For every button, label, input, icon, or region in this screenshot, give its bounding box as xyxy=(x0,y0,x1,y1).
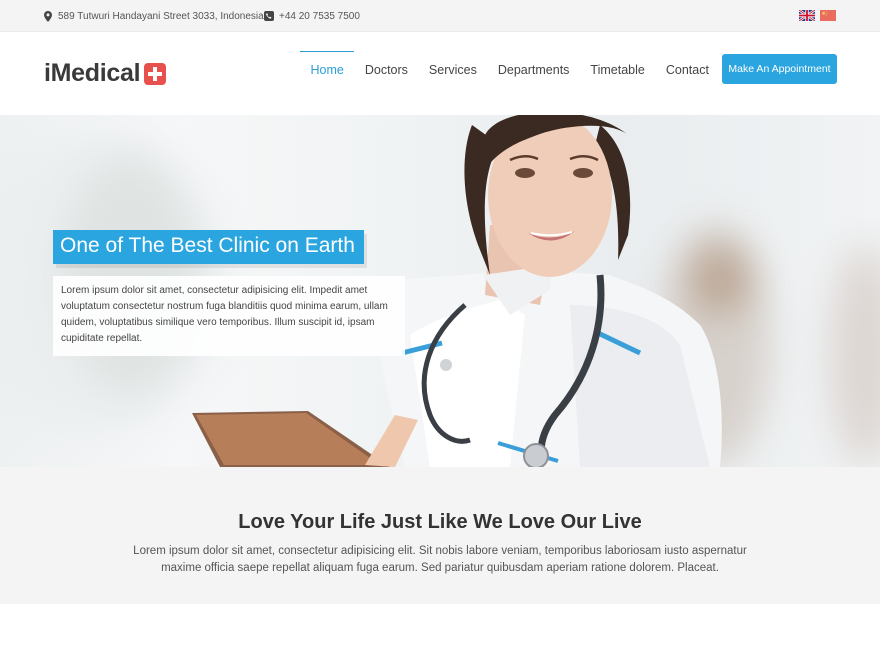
china-flag-icon[interactable] xyxy=(820,10,836,21)
top-info-bar: 589 Tutwuri Handayani Street 3033, Indon… xyxy=(0,0,880,32)
language-switcher xyxy=(799,10,836,21)
uk-flag-icon[interactable] xyxy=(799,10,815,21)
site-logo[interactable]: iMedical xyxy=(44,59,167,88)
intro-section: Love Your Life Just Like We Love Our Liv… xyxy=(0,467,880,604)
site-header: iMedical Home Doctors Services Departmen… xyxy=(0,32,880,115)
phone-text: +44 20 7535 7500 xyxy=(279,10,360,22)
nav-doctors[interactable]: Doctors xyxy=(354,51,418,88)
background-person-blur xyxy=(830,245,880,465)
hero-description: Lorem ipsum dolor sit amet, consectetur … xyxy=(53,276,405,356)
hero-title: One of The Best Clinic on Earth xyxy=(53,230,364,264)
nav-services[interactable]: Services xyxy=(418,51,487,88)
hero-banner: One of The Best Clinic on Earth Lorem ip… xyxy=(0,115,880,467)
logo-text: iMedical xyxy=(44,59,141,87)
phone-icon xyxy=(264,10,274,22)
map-pin-icon xyxy=(43,10,53,22)
address-info: 589 Tutwuri Handayani Street 3033, Indon… xyxy=(43,0,264,32)
intro-text: Lorem ipsum dolor sit amet, consectetur … xyxy=(133,545,747,574)
nav-timetable[interactable]: Timetable xyxy=(580,51,655,88)
main-navigation: Home Doctors Services Departments Timeta… xyxy=(300,51,719,88)
address-text: 589 Tutwuri Handayani Street 3033, Indon… xyxy=(58,10,264,22)
content-area xyxy=(0,604,880,660)
nav-home[interactable]: Home xyxy=(300,51,355,88)
phone-info: +44 20 7535 7500 xyxy=(264,0,360,32)
background-blur xyxy=(60,155,200,395)
nav-departments[interactable]: Departments xyxy=(487,51,580,88)
medical-cross-icon xyxy=(144,62,167,85)
nav-contact[interactable]: Contact xyxy=(655,51,719,88)
intro-title: Love Your Life Just Like We Love Our Liv… xyxy=(238,511,642,533)
make-appointment-button[interactable]: Make An Appointment xyxy=(722,54,837,84)
